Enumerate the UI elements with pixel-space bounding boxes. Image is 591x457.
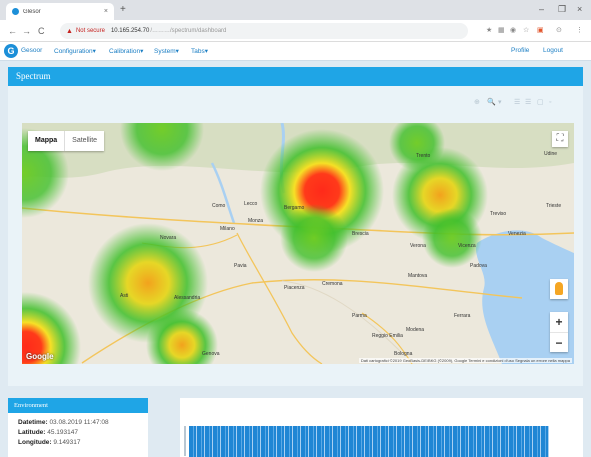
- app-header: G Gesoor Configuration▾ Calibration▾ Sys…: [0, 42, 591, 61]
- browser-menu-icon[interactable]: ⋮: [576, 26, 583, 36]
- zoom-in-button[interactable]: +: [550, 312, 568, 332]
- city-label: Milano: [220, 226, 235, 232]
- environment-card: Environment Datetime: 03.08.2019 11:47:0…: [8, 398, 148, 457]
- city-label: Como: [212, 203, 226, 209]
- nav-logout[interactable]: Logout: [543, 47, 563, 54]
- city-label: Verona: [410, 243, 426, 249]
- nav-home[interactable]: Gesoor: [21, 47, 42, 54]
- map-canvas: [22, 123, 574, 364]
- city-label: Ferrara: [454, 313, 471, 319]
- new-tab-icon[interactable]: +: [120, 4, 126, 16]
- tab-favicon-icon: [12, 8, 19, 15]
- extension-shield-icon[interactable]: ▣: [537, 26, 544, 36]
- city-label: Bergamo: [284, 205, 305, 211]
- city-label: Modena: [406, 327, 425, 333]
- city-label: Cremona: [322, 281, 343, 287]
- window-close-icon[interactable]: ×: [577, 3, 582, 15]
- address-bar[interactable]: ▲ Not secure 10.165.254.70 /………/spectrum…: [60, 23, 468, 39]
- city-label: Padova: [470, 263, 487, 269]
- nav-calibration[interactable]: Calibration▾: [109, 47, 143, 55]
- favorite-icon[interactable]: ☆: [523, 26, 529, 36]
- grid-tool-icon[interactable]: ☰: [525, 98, 531, 108]
- tab-close-icon[interactable]: ×: [104, 8, 108, 15]
- map-attribution[interactable]: Dati cartografici ©2019 GeoBasis-DE/BKG …: [358, 358, 572, 363]
- latitude-row: Latitude: 45.193147: [8, 429, 148, 436]
- maximize-icon[interactable]: ❐: [558, 3, 566, 15]
- browser-tab-strip: Glesor × + – ❐ ×: [0, 0, 591, 20]
- nav-system[interactable]: System▾: [154, 47, 179, 55]
- map-type-satellite-button[interactable]: Satellite: [64, 131, 104, 151]
- map-type-toggle: Mappa Satellite: [28, 131, 105, 151]
- frame-tool-icon[interactable]: ▢: [537, 98, 544, 108]
- nav-profile[interactable]: Profile: [511, 47, 529, 54]
- map-type-map-button[interactable]: Mappa: [28, 131, 64, 151]
- street-view-button[interactable]: [550, 279, 568, 299]
- city-label: Novara: [160, 235, 177, 241]
- zoom-tool-icon[interactable]: 🔍: [487, 98, 496, 108]
- latitude-value: 45.193147: [47, 429, 78, 436]
- city-label: Bologna: [394, 351, 413, 357]
- back-icon[interactable]: ←: [8, 24, 17, 38]
- zoom-control: + −: [550, 312, 568, 352]
- city-label: Piacenza: [284, 285, 305, 291]
- latitude-label: Latitude:: [18, 429, 46, 436]
- waveform-axis: [184, 426, 186, 456]
- city-label: Trieste: [546, 203, 562, 209]
- longitude-label: Longitude:: [18, 439, 52, 446]
- google-logo: Google: [26, 352, 54, 361]
- nav-tabs[interactable]: Tabs▾: [191, 47, 208, 55]
- browser-toolbar: ← → C ▲ Not secure 10.165.254.70 /………/sp…: [0, 20, 591, 42]
- city-label: Monza: [248, 218, 264, 224]
- section-title: Spectrum: [8, 67, 583, 86]
- longitude-value: 9.149317: [53, 439, 81, 446]
- city-label: Genova: [202, 351, 220, 357]
- profile-icon[interactable]: ⊙: [556, 26, 562, 36]
- reload-icon[interactable]: C: [38, 24, 45, 38]
- tab-title: Glesor: [23, 8, 41, 15]
- spectrum-waveform[interactable]: [189, 426, 549, 457]
- pan-tool-icon[interactable]: ⊕: [474, 98, 480, 108]
- not-secure-label: Not secure: [75, 28, 105, 34]
- datetime-value: 03.08.2019 11:47:08: [49, 419, 109, 426]
- city-label: Pavia: [234, 263, 247, 269]
- city-label: Venezia: [508, 231, 526, 237]
- longitude-row: Longitude: 9.149317: [8, 439, 148, 446]
- city-label: Reggio Emilia: [372, 333, 403, 339]
- minimize-icon[interactable]: –: [539, 3, 544, 15]
- list-tool-icon[interactable]: ☰: [514, 98, 520, 108]
- extension-grid-icon[interactable]: ▦: [498, 26, 505, 36]
- forward-icon[interactable]: →: [22, 24, 31, 38]
- city-label: Lecco: [244, 201, 258, 207]
- extension-circle-icon[interactable]: ◉: [510, 26, 516, 36]
- heatmap-map[interactable]: Milano Monza Bergamo Brescia Verona Vice…: [22, 123, 574, 364]
- city-label: Mantova: [408, 273, 428, 279]
- datetime-label: Datetime:: [18, 419, 48, 426]
- bookmark-star-icon[interactable]: ★: [486, 26, 492, 36]
- zoom-out-button[interactable]: −: [550, 332, 568, 352]
- environment-card-title: Environment: [8, 398, 148, 413]
- browser-tab[interactable]: Glesor ×: [6, 3, 114, 20]
- city-label: Udine: [544, 151, 558, 157]
- city-label: Brescia: [352, 231, 369, 237]
- city-label: Asti: [120, 293, 129, 299]
- dropdown-tool-icon[interactable]: ▾: [498, 98, 502, 108]
- warning-icon: ▲: [66, 27, 73, 35]
- pegman-icon: [555, 282, 563, 295]
- city-label: Trento: [416, 153, 431, 159]
- city-label: Alessandria: [174, 295, 201, 301]
- url-path: /………/spectrum/dashboard: [150, 28, 227, 34]
- reset-tool-icon[interactable]: ◦: [549, 98, 551, 108]
- datetime-row: Datetime: 03.08.2019 11:47:08: [8, 419, 148, 426]
- url-host: 10.165.254.70: [110, 28, 150, 34]
- city-label: Vicenza: [458, 243, 476, 249]
- fullscreen-icon[interactable]: ⛶: [552, 131, 568, 147]
- city-label: Treviso: [490, 211, 507, 217]
- app-logo[interactable]: G: [4, 44, 18, 58]
- city-label: Parma: [352, 313, 367, 319]
- nav-configuration[interactable]: Configuration▾: [54, 47, 96, 55]
